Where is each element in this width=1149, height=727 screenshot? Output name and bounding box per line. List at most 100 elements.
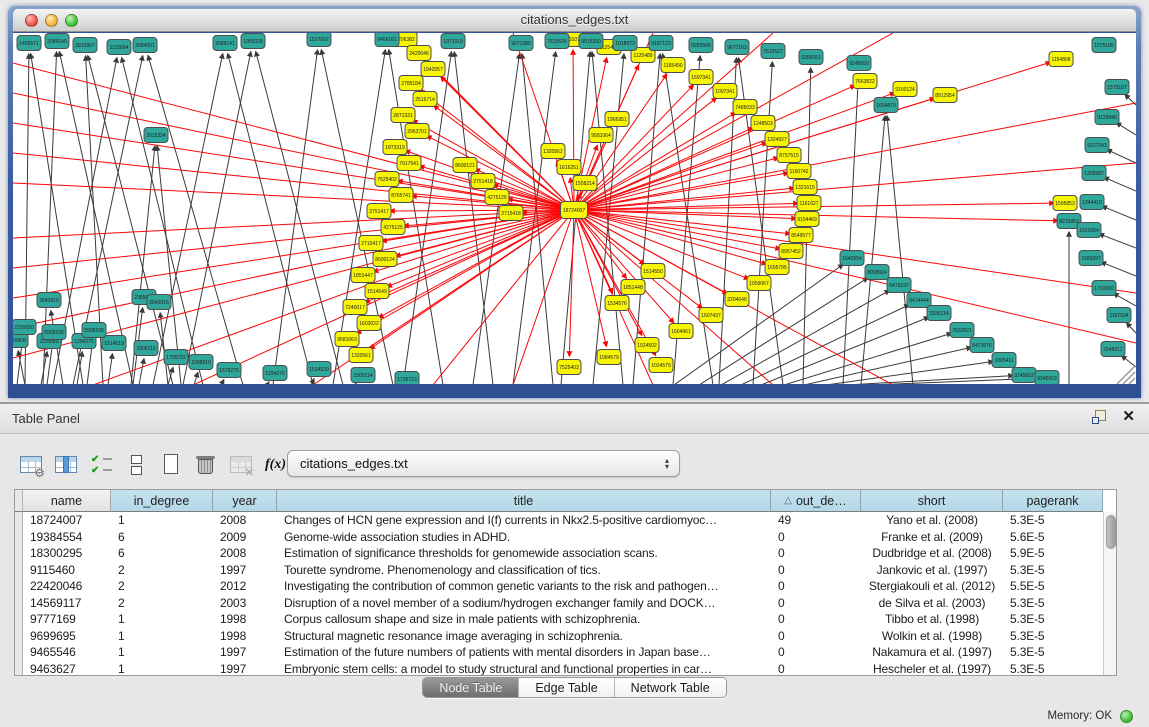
- table-row[interactable]: 2242004622012Investigating the contribut…: [23, 578, 1103, 595]
- table-cell-name: 9699695: [23, 629, 111, 643]
- table-settings-icon[interactable]: ⚙: [18, 452, 44, 478]
- table-row[interactable]: 1830029562008Estimation of significance …: [23, 545, 1103, 562]
- table-cell-outde: 0: [771, 579, 861, 593]
- column-header-indegree[interactable]: in_degree: [111, 490, 213, 512]
- network-node-label: 9474444: [909, 298, 929, 304]
- resize-grip-icon[interactable]: [1129, 378, 1135, 384]
- column-header-outde[interactable]: △out_de…: [771, 490, 861, 512]
- network-node-label: 1795722: [166, 355, 186, 361]
- table-cell-indegree: 2: [111, 579, 213, 593]
- network-node-label: 1595853: [1055, 201, 1075, 207]
- network-edge: [1116, 123, 1136, 135]
- column-header-year[interactable]: year: [213, 490, 277, 512]
- network-node-label: 1621064: [1079, 228, 1099, 234]
- network-node-label: 9356051: [801, 55, 821, 61]
- table-cell-short: Stergiakouli et al. (2012): [861, 579, 1003, 593]
- table-vertical-scrollbar[interactable]: [1103, 512, 1117, 676]
- table-row[interactable]: 977716911998Corpus callosum shape and si…: [23, 611, 1103, 628]
- network-node-label: 9671385: [511, 41, 531, 47]
- network-edge: [1104, 177, 1136, 191]
- new-column-icon[interactable]: [158, 452, 184, 478]
- table-cell-outde: 0: [771, 612, 861, 626]
- tab-edge-table[interactable]: Edge Table: [518, 678, 613, 697]
- table-header-row: namein_degreeyeartitle△out_de… short pager…: [15, 490, 1116, 512]
- table-cell-pagerank: 5.9E-5: [1003, 546, 1103, 560]
- close-panel-icon[interactable]: ✕: [1122, 410, 1135, 424]
- table-row[interactable]: 1872400712008Changes of HCN gene express…: [23, 512, 1103, 529]
- scrollbar-thumb[interactable]: [1106, 515, 1116, 549]
- network-edge: [273, 50, 318, 384]
- network-node-label: 4275126: [487, 195, 507, 201]
- tab-network-table[interactable]: Network Table: [614, 678, 726, 697]
- network-node-label: 1664961: [671, 329, 691, 335]
- table-cell-indegree: 6: [111, 530, 213, 544]
- network-window-titlebar[interactable]: citations_edges.txt: [13, 9, 1136, 32]
- table-row[interactable]: 946362711997Embryonic stem cells: a mode…: [23, 661, 1103, 677]
- network-node-label: 18724007: [563, 208, 585, 214]
- table-cell-short: Tibbo et al. (1998): [861, 612, 1003, 626]
- table-cell-year: 2008: [213, 513, 277, 527]
- row-selection-icon[interactable]: [88, 452, 114, 478]
- network-node-label: 1514550: [643, 269, 663, 275]
- network-node-label: 2640915: [39, 298, 59, 304]
- column-header-label: short: [918, 494, 946, 508]
- window-title: citations_edges.txt: [13, 12, 1136, 27]
- table-cell-outde: 0: [771, 629, 861, 643]
- network-node-label: 8957452: [781, 249, 801, 255]
- table-row[interactable]: 946554611997Estimation of the future num…: [23, 644, 1103, 661]
- column-header-pagerank[interactable]: pagerank: [1003, 490, 1103, 512]
- network-node-label: 1514549: [367, 289, 387, 295]
- network-node-label: 9160124: [895, 87, 915, 93]
- network-edge: [390, 210, 574, 211]
- tab-node-table[interactable]: Node Table: [423, 678, 518, 697]
- table-row[interactable]: 1456911722003Disruption of a novel membe…: [23, 595, 1103, 612]
- network-node-label: 8600121: [455, 163, 475, 169]
- row-height-icon[interactable]: [123, 452, 149, 478]
- network-node-label: 9677163: [727, 45, 747, 51]
- network-node-label: 1514519: [104, 341, 124, 347]
- network-node-label: 7615526: [547, 39, 567, 45]
- memory-status-icon: [1120, 710, 1133, 723]
- table-row[interactable]: 969969511998Structural magnetic resonanc…: [23, 628, 1103, 645]
- table-cell-name: 19384554: [23, 530, 111, 544]
- network-edge: [784, 333, 951, 384]
- row-header-strip: [15, 512, 23, 676]
- table-cell-name: 9463627: [23, 662, 111, 676]
- table-cell-indegree: 2: [111, 563, 213, 577]
- dropdown-arrows-icon: ▴▾: [665, 458, 679, 470]
- network-node-label: 1654879: [876, 103, 896, 109]
- table-row[interactable]: 911546021997Tourette syndrome. Phenomeno…: [23, 562, 1103, 579]
- network-node-label: 1558214: [575, 181, 595, 187]
- delete-table-icon: ✕: [228, 452, 254, 478]
- table-cell-short: Nakamura et al. (1997): [861, 645, 1003, 659]
- table-cell-name: 9115460: [23, 563, 111, 577]
- table-select-dropdown[interactable]: citations_edges.txt ▴▾: [287, 450, 680, 477]
- network-node-label: 1161627: [799, 201, 818, 207]
- column-header-short[interactable]: short: [861, 490, 1003, 512]
- network-canvas[interactable]: 1872400722063822420046194205727851842516…: [13, 33, 1136, 384]
- network-edge: [574, 103, 1136, 210]
- table-cell-outde: 0: [771, 563, 861, 577]
- network-node-label: 1678275: [219, 368, 239, 374]
- network-canvas-wrap: 1872400722063822420046194205727851842516…: [13, 32, 1136, 384]
- network-edge: [1122, 356, 1136, 367]
- resize-grip-icon[interactable]: [1123, 372, 1135, 384]
- column-header-name[interactable]: name: [23, 490, 111, 512]
- network-node-label: 1640954: [842, 256, 862, 262]
- table-row[interactable]: 1938455462009Genome-wide association stu…: [23, 529, 1103, 546]
- network-node-label: 2064091: [135, 43, 155, 49]
- network-node-label: 1851448: [623, 285, 643, 291]
- network-edge: [1127, 323, 1136, 333]
- float-panel-icon[interactable]: [1092, 410, 1106, 424]
- column-header-title[interactable]: title: [277, 490, 771, 512]
- table-type-tabs: Node TableEdge TableNetwork Table: [422, 677, 726, 698]
- delete-column-icon[interactable]: [193, 452, 219, 478]
- network-edge: [194, 373, 198, 384]
- network-node-label: 2935114: [929, 311, 948, 317]
- column-visibility-icon[interactable]: [53, 452, 79, 478]
- function-builder-icon[interactable]: f(x): [263, 452, 288, 478]
- network-edge: [1107, 150, 1136, 163]
- network-node-label: 1607437: [701, 313, 721, 319]
- network-node-label: 1209387: [1084, 171, 1104, 177]
- network-node-label: 2089140: [47, 39, 67, 45]
